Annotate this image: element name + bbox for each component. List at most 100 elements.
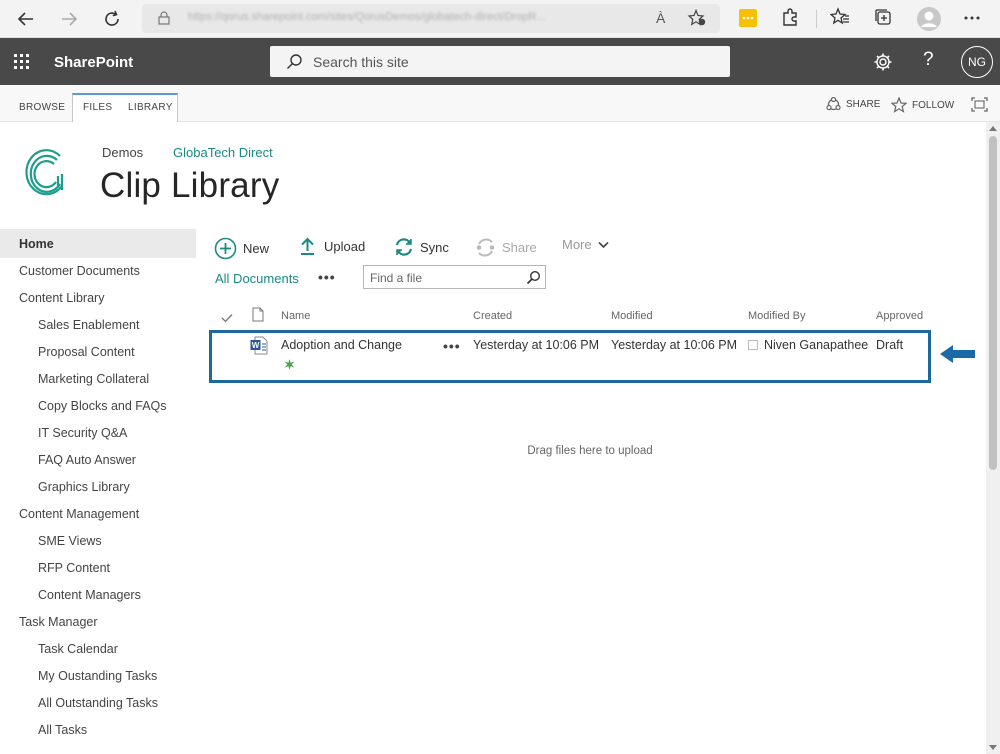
scroll-thumb[interactable] <box>989 136 997 470</box>
breadcrumb-parent[interactable]: Demos <box>102 145 143 160</box>
column-modified[interactable]: Modified <box>611 310 653 322</box>
share-button[interactable]: SHARE <box>826 97 880 112</box>
forward-icon[interactable] <box>57 7 81 31</box>
tab-library[interactable]: LIBRARY <box>128 102 173 113</box>
row-approved: Draft <box>876 338 904 352</box>
star-icon <box>891 97 907 113</box>
row-created: Yesterday at 10:06 PM <box>473 338 600 352</box>
find-file-placeholder: Find a file <box>370 271 423 285</box>
row-more-options-icon[interactable]: ••• <box>443 338 461 354</box>
breadcrumb-site[interactable]: GlobaTech Direct <box>173 145 273 160</box>
more-button[interactable]: More <box>562 237 609 252</box>
more-label: More <box>562 237 592 252</box>
url-text: https://qorus.sharepoint.com/sites/Qorus… <box>188 11 546 23</box>
upload-button[interactable]: Upload <box>299 237 365 255</box>
browser-toolbar: https://qorus.sharepoint.com/sites/Qorus… <box>0 0 1000 38</box>
share-command-label: Share <box>502 240 537 255</box>
nav-item-task-calendar[interactable]: Task Calendar <box>38 642 118 656</box>
upload-label: Upload <box>324 238 366 254</box>
tab-browse[interactable]: BROWSE <box>19 102 65 113</box>
share-icon <box>826 97 841 111</box>
site-logo[interactable] <box>22 146 70 205</box>
refresh-icon[interactable] <box>100 7 124 31</box>
view-selector[interactable]: All Documents <box>215 271 299 286</box>
nav-item-sme-views[interactable]: SME Views <box>38 534 102 548</box>
sync-icon <box>395 238 413 256</box>
share-label: SHARE <box>846 99 881 110</box>
new-icon <box>214 237 237 260</box>
nav-item-sales-enablement[interactable]: Sales Enablement <box>38 318 139 332</box>
avatar[interactable]: NG <box>961 46 993 78</box>
lock-icon <box>158 11 170 30</box>
new-button[interactable]: New <box>214 237 269 260</box>
share-icon <box>476 238 495 257</box>
gear-icon[interactable] <box>873 52 893 77</box>
focus-icon[interactable] <box>971 97 988 117</box>
new-label: New <box>243 241 270 256</box>
column-created[interactable]: Created <box>473 310 512 322</box>
site-search-box[interactable]: Search this site <box>270 46 730 77</box>
toolbar-divider <box>816 10 817 28</box>
favorite-add-icon[interactable] <box>687 8 707 32</box>
row-name[interactable]: Adoption and Change <box>281 338 402 352</box>
nav-item-all-tasks[interactable]: All Tasks <box>38 723 87 737</box>
collections-icon[interactable] <box>873 7 893 32</box>
svg-text:W: W <box>252 341 260 350</box>
read-aloud-icon[interactable]: À <box>656 10 665 26</box>
more-icon[interactable] <box>963 9 981 32</box>
nav-item-home[interactable]: Home <box>19 237 54 251</box>
nav-item-content-library[interactable]: Content Library <box>19 291 104 305</box>
row-modified-by[interactable]: Niven Ganapathee <box>764 338 868 352</box>
follow-label: FOLLOW <box>912 99 955 111</box>
view-options-icon[interactable]: ••• <box>318 269 336 285</box>
back-icon[interactable] <box>14 7 38 31</box>
nav-item-proposal-content[interactable]: Proposal Content <box>38 345 135 359</box>
page-title: Clip Library <box>100 166 280 205</box>
favorites-icon[interactable] <box>829 7 850 32</box>
nav-item-graphics-library[interactable]: Graphics Library <box>38 480 130 494</box>
puzzle-icon[interactable] <box>780 7 800 32</box>
chevron-down-icon <box>598 241 609 248</box>
row-modified: Yesterday at 10:06 PM <box>611 338 738 352</box>
scroll-up-arrow[interactable] <box>989 126 997 131</box>
share-command-button[interactable]: Share <box>475 237 537 258</box>
search-icon <box>286 53 304 76</box>
follow-button[interactable]: FOLLOW <box>891 97 954 113</box>
nav-item-content-managers[interactable]: Content Managers <box>38 588 141 602</box>
ribbon: BROWSE FILES LIBRARY SHARE FOLLOW <box>0 85 1000 122</box>
nav-item-task-manager[interactable]: Task Manager <box>19 615 98 629</box>
extension-icon[interactable] <box>739 9 757 32</box>
help-icon[interactable]: ? <box>923 49 934 71</box>
nav-item-customer-documents[interactable]: Customer Documents <box>19 264 140 278</box>
profile-icon[interactable] <box>916 6 942 37</box>
nav-item-all-outstanding-tasks[interactable]: All Outstanding Tasks <box>38 696 158 710</box>
search-icon[interactable] <box>526 270 541 290</box>
presence-indicator <box>748 340 758 350</box>
waffle-icon[interactable] <box>14 54 29 69</box>
address-bar[interactable]: https://qorus.sharepoint.com/sites/Qorus… <box>142 4 720 33</box>
scroll-down-arrow[interactable] <box>989 745 997 750</box>
nav-item-my-oustanding-tasks[interactable]: My Oustanding Tasks <box>38 669 157 683</box>
sync-label: Sync <box>420 239 449 255</box>
file-type-icon <box>252 307 264 327</box>
arrow-left-icon <box>938 343 978 370</box>
nav-item-marketing-collateral[interactable]: Marketing Collateral <box>38 372 149 386</box>
nav-item-rfp-content[interactable]: RFP Content <box>38 561 110 575</box>
nav-item-copy-blocks-and-faqs[interactable]: Copy Blocks and FAQs <box>38 399 167 413</box>
upload-icon <box>301 237 314 255</box>
column-modified-by[interactable]: Modified By <box>748 310 805 322</box>
nav-item-it-security-q-a[interactable]: IT Security Q&A <box>38 426 127 440</box>
new-item-icon <box>284 357 295 375</box>
sync-button[interactable]: Sync <box>394 237 449 257</box>
drag-drop-hint: Drag files here to upload <box>527 445 653 457</box>
tab-files[interactable]: FILES <box>83 102 112 113</box>
column-approved[interactable]: Approved <box>876 310 923 322</box>
select-all-checkmark[interactable] <box>221 310 233 328</box>
find-file-box[interactable]: Find a file <box>363 265 546 289</box>
suite-bar: SharePoint Search this site ? NG <box>0 38 1000 85</box>
word-doc-icon: W <box>250 336 268 360</box>
app-brand[interactable]: SharePoint <box>54 54 133 71</box>
nav-item-content-management[interactable]: Content Management <box>19 507 139 521</box>
vertical-scrollbar[interactable] <box>986 122 1000 754</box>
column-name[interactable]: Name <box>281 310 310 322</box>
